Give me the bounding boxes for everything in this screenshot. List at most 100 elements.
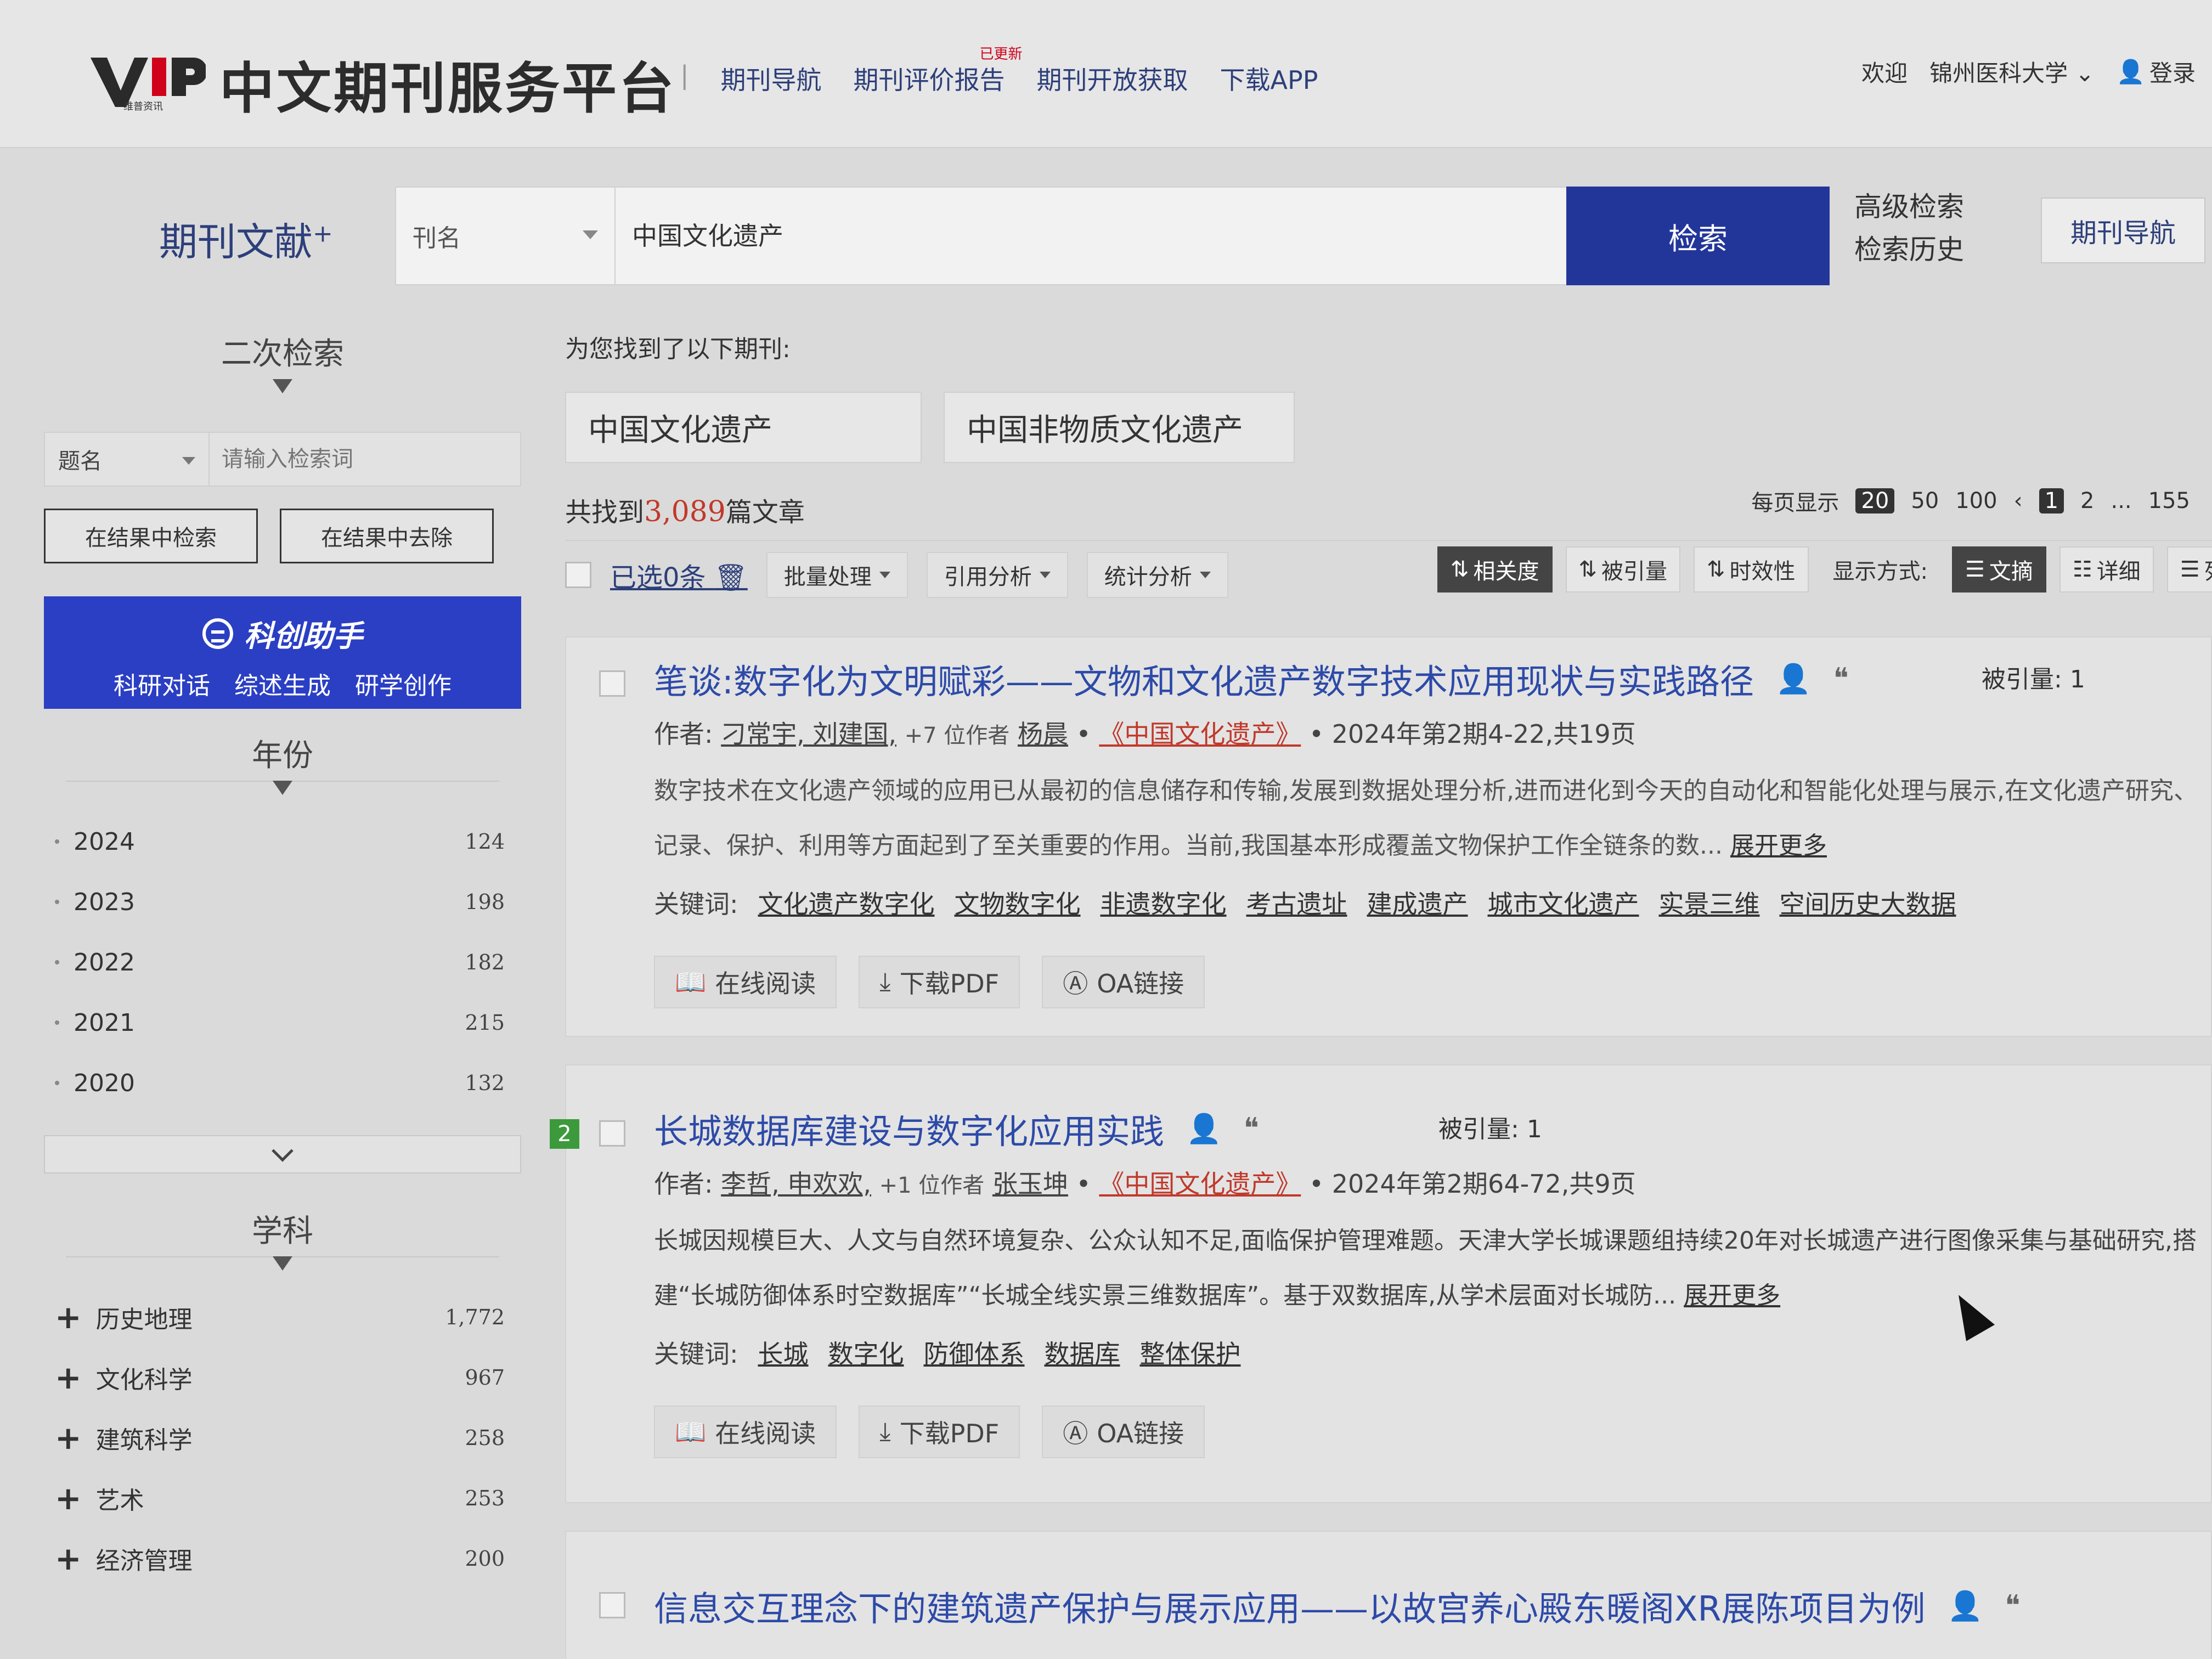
- subject-label[interactable]: 历史地理: [96, 1300, 193, 1335]
- assistant-title-text[interactable]: 科创助手: [244, 612, 363, 655]
- quote-icon[interactable]: ❝: [1833, 662, 1849, 695]
- expand-more-link[interactable]: 展开更多: [1684, 1282, 1780, 1310]
- keyword-link[interactable]: 非遗数字化: [1101, 884, 1227, 921]
- plus-icon[interactable]: +: [55, 1540, 82, 1577]
- result-checkbox[interactable]: [599, 670, 625, 697]
- keyword-link[interactable]: 长城: [758, 1334, 809, 1370]
- keyword-link[interactable]: 整体保护: [1140, 1334, 1241, 1370]
- plus-icon[interactable]: +: [55, 1419, 82, 1457]
- page-number[interactable]: 1: [2039, 488, 2064, 514]
- sort-recency[interactable]: ⇅ 时效性: [1694, 546, 1809, 592]
- download-pdf-label[interactable]: 下载PDF: [900, 1414, 1000, 1450]
- sort-relevance[interactable]: ⇅ 相关度: [1437, 546, 1553, 592]
- subject-label[interactable]: 建筑科学: [96, 1420, 193, 1455]
- oa-link-button[interactable]: Ⓐ OA链接: [1042, 956, 1205, 1008]
- quote-icon[interactable]: ❝: [2005, 1589, 2020, 1622]
- year-label[interactable]: 2023: [74, 888, 135, 916]
- nav-journal-guide[interactable]: 期刊导航: [721, 60, 822, 97]
- author-icon[interactable]: 👤: [1776, 662, 1812, 696]
- selected-count[interactable]: 已选0条 🗑: [610, 556, 748, 594]
- year-label[interactable]: 2022: [74, 949, 135, 977]
- sort-recency-label[interactable]: 时效性: [1730, 554, 1796, 585]
- result-checkbox[interactable]: [599, 1592, 625, 1618]
- keyword-link[interactable]: 防御体系: [924, 1334, 1025, 1370]
- nav-download-app[interactable]: 下载APP: [1220, 60, 1318, 97]
- login-label[interactable]: 登录: [2149, 55, 2196, 88]
- vip-logo[interactable]: 维普资讯: [91, 52, 206, 112]
- stats-dropdown[interactable]: 统计分析: [1086, 552, 1228, 598]
- nav-evaluation-label[interactable]: 期刊评价报告: [854, 65, 1005, 95]
- author-links[interactable]: 李哲, 申欢欢,: [721, 1169, 871, 1199]
- oa-link-label[interactable]: OA链接: [1097, 1414, 1184, 1450]
- read-online-label[interactable]: 在线阅读: [715, 964, 816, 1000]
- view-list-label[interactable]: 列表: [2204, 554, 2212, 585]
- assistant-item-review[interactable]: 综述生成: [234, 666, 331, 701]
- year-facet-item[interactable]: 2023 198: [44, 872, 521, 932]
- journal-chip[interactable]: 中国非物质文化遗产: [944, 392, 1295, 463]
- research-assistant-banner[interactable]: 科创助手 科研对话 综述生成 研学创作: [44, 596, 521, 709]
- per-page-option[interactable]: 20: [1855, 488, 1895, 514]
- sort-relevance-label[interactable]: 相关度: [1474, 554, 1539, 585]
- search-within-results-button[interactable]: 在结果中检索: [44, 509, 258, 563]
- doc-type-selector[interactable]: 期刊文献+: [159, 211, 333, 267]
- expand-more-link[interactable]: 展开更多: [1730, 832, 1827, 860]
- subject-facet-item[interactable]: + 艺术 253: [44, 1468, 521, 1528]
- oa-link-label[interactable]: OA链接: [1097, 964, 1184, 1000]
- subject-label[interactable]: 艺术: [96, 1481, 144, 1516]
- advanced-search-link[interactable]: 高级检索: [1854, 185, 1964, 228]
- last-author[interactable]: 张玉坤: [992, 1169, 1068, 1199]
- batch-label[interactable]: 批量处理: [784, 559, 872, 591]
- keyword-link[interactable]: 文化遗产数字化: [758, 884, 935, 921]
- author-icon[interactable]: 👤: [1186, 1112, 1222, 1146]
- keyword-link[interactable]: 数据库: [1045, 1334, 1120, 1370]
- read-online-label[interactable]: 在线阅读: [715, 1414, 816, 1450]
- keyword-link[interactable]: 文物数字化: [955, 884, 1081, 921]
- nav-evaluation-report[interactable]: 期刊评价报告 已更新: [854, 46, 1023, 97]
- expand-years-button[interactable]: [44, 1135, 521, 1173]
- prev-page-icon[interactable]: ‹: [2014, 488, 2023, 514]
- keyword-link[interactable]: 实景三维: [1659, 884, 1760, 921]
- stats-label[interactable]: 统计分析: [1104, 559, 1192, 591]
- secondary-field-label[interactable]: 题名: [58, 443, 102, 475]
- batch-dropdown[interactable]: 批量处理: [766, 552, 908, 598]
- page-number[interactable]: 2: [2080, 488, 2094, 514]
- login-link[interactable]: 👤 登录: [2117, 55, 2196, 88]
- year-facet-item[interactable]: 2020 132: [44, 1053, 521, 1113]
- year-facet-item[interactable]: 2024 124: [44, 811, 521, 872]
- sort-citations[interactable]: ⇅ 被引量: [1565, 546, 1681, 592]
- result-checkbox[interactable]: [599, 1120, 625, 1147]
- secondary-search-input[interactable]: [210, 433, 520, 486]
- citation-dropdown[interactable]: 引用分析: [926, 552, 1068, 598]
- view-detail-label[interactable]: 详细: [2097, 554, 2141, 585]
- doc-type-label[interactable]: 期刊文献: [159, 219, 313, 264]
- view-list[interactable]: ☰列表: [2166, 546, 2212, 592]
- journal-chip[interactable]: 中国文化遗产: [565, 392, 922, 463]
- result-title[interactable]: 长城数据库建设与数字化应用实践: [654, 1104, 1164, 1153]
- read-online-button[interactable]: 📖 在线阅读: [654, 956, 837, 1008]
- subject-facet-item[interactable]: + 历史地理 1,772: [44, 1287, 521, 1347]
- author-links[interactable]: 刁常宇, 刘建国,: [721, 719, 896, 749]
- subject-facet-item[interactable]: + 建筑科学 258: [44, 1408, 521, 1468]
- keyword-link[interactable]: 空间历史大数据: [1780, 884, 1956, 921]
- plus-icon[interactable]: +: [55, 1480, 82, 1517]
- oa-link-button[interactable]: Ⓐ OA链接: [1042, 1406, 1205, 1458]
- keyword-link[interactable]: 城市文化遗产: [1488, 884, 1639, 921]
- result-title[interactable]: 笔谈:数字化为文明赋彩——文物和文化遗产数字技术应用现状与实践路径: [654, 654, 1754, 703]
- select-all-checkbox[interactable]: [565, 562, 591, 588]
- result-title[interactable]: 信息交互理念下的建筑遗产保护与展示应用——以故宫养心殿东暖阁XR展陈项目为例: [654, 1581, 1926, 1630]
- download-pdf-button[interactable]: ⤓ 下载PDF: [859, 956, 1020, 1008]
- search-field-select[interactable]: 刊名: [396, 188, 616, 284]
- more-authors[interactable]: +1 位作者: [879, 1173, 985, 1198]
- search-input[interactable]: [632, 188, 1537, 284]
- journal-link[interactable]: 《中国文化遗产》: [1099, 1169, 1301, 1199]
- per-page-option[interactable]: 100: [1955, 488, 1997, 514]
- institution-dropdown[interactable]: 锦州医科大学 ⌄: [1929, 55, 2095, 88]
- read-online-button[interactable]: 📖 在线阅读: [654, 1406, 837, 1458]
- page-number[interactable]: 155: [2148, 488, 2190, 514]
- institution-name[interactable]: 锦州医科大学: [1929, 60, 2068, 87]
- sort-citations-label[interactable]: 被引量: [1601, 554, 1667, 585]
- subject-label[interactable]: 文化科学: [96, 1360, 193, 1395]
- search-button[interactable]: 检索: [1566, 187, 1830, 285]
- keyword-link[interactable]: 数字化: [828, 1334, 904, 1370]
- author-icon[interactable]: 👤: [1948, 1589, 1983, 1623]
